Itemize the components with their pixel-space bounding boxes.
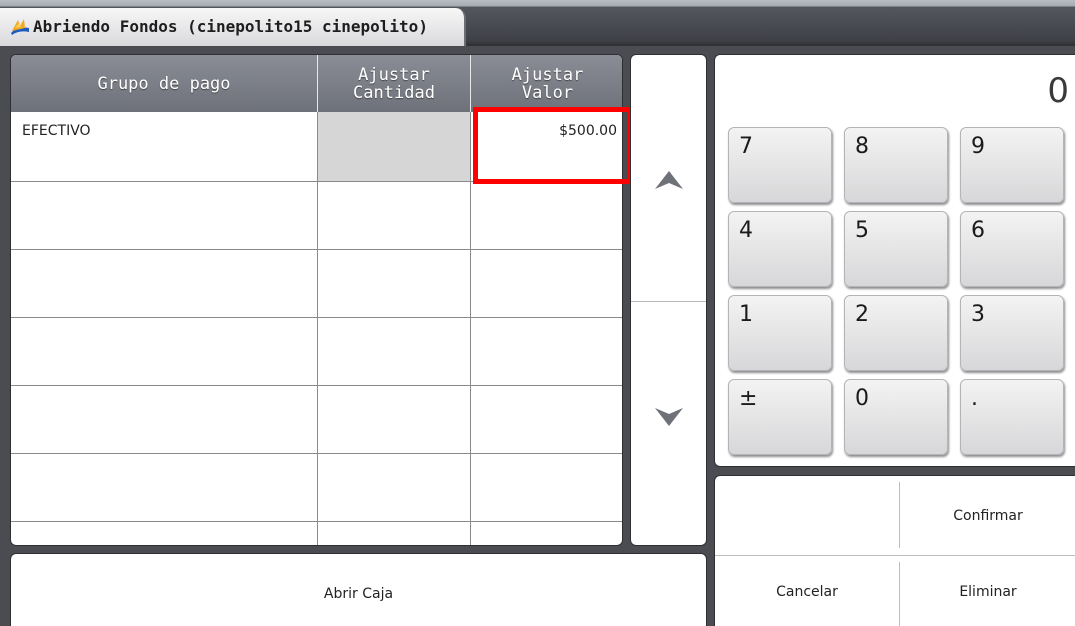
triangle-down-icon [655, 408, 683, 426]
cell-grupo[interactable]: EFECTIVO [11, 112, 318, 181]
key-decimal[interactable]: . [960, 379, 1064, 455]
key-1[interactable]: 1 [728, 295, 832, 371]
key-5[interactable]: 5 [844, 211, 948, 287]
cancel-button[interactable]: Cancelar [715, 556, 899, 626]
payment-group-grid: Grupo de pago Ajustar Cantidad Ajustar V… [10, 54, 623, 546]
cell-valor[interactable] [471, 386, 622, 453]
cell-grupo [11, 522, 318, 545]
key-3[interactable]: 3 [960, 295, 1064, 371]
cell-valor[interactable]: $500.00 [471, 112, 622, 181]
table-row[interactable] [11, 318, 622, 386]
triangle-up-icon [655, 171, 683, 189]
action-buttons-panel: Confirmar Cancelar Eliminar [714, 475, 1075, 626]
cell-valor [471, 522, 622, 545]
key-2[interactable]: 2 [844, 295, 948, 371]
numpad-display: 0 [1047, 71, 1069, 111]
key-6[interactable]: 6 [960, 211, 1064, 287]
cell-grupo[interactable] [11, 318, 318, 385]
cell-cantidad[interactable] [318, 112, 471, 181]
cell-valor[interactable] [471, 318, 622, 385]
cell-cantidad[interactable] [318, 318, 471, 385]
scroll-up-button[interactable] [631, 55, 706, 301]
open-register-panel: Abrir Caja [10, 553, 707, 626]
app-logo-icon [11, 19, 29, 35]
cell-cantidad[interactable] [318, 250, 471, 317]
window-titlebar: Abriendo Fondos (cinepolito15 cinepolito… [0, 0, 1075, 46]
empty-action-slot [715, 476, 899, 555]
cell-grupo[interactable] [11, 250, 318, 317]
key-7[interactable]: 7 [728, 127, 832, 203]
cell-valor[interactable] [471, 182, 622, 249]
grid-header: Grupo de pago Ajustar Cantidad Ajustar V… [11, 55, 622, 112]
cell-grupo[interactable] [11, 454, 318, 521]
numeric-keypad: 0 7 8 9 4 5 6 1 2 3 ± 0 . [714, 54, 1075, 467]
key-4[interactable]: 4 [728, 211, 832, 287]
cell-cantidad [318, 522, 471, 545]
key-8[interactable]: 8 [844, 127, 948, 203]
cell-cantidad[interactable] [318, 182, 471, 249]
table-row-partial [11, 522, 622, 545]
table-row[interactable] [11, 386, 622, 454]
column-header-ajustar-valor[interactable]: Ajustar Valor [471, 55, 622, 112]
key-0[interactable]: 0 [844, 379, 948, 455]
table-row[interactable]: EFECTIVO $500.00 [11, 112, 622, 182]
cell-grupo[interactable] [11, 182, 318, 249]
cell-cantidad[interactable] [318, 454, 471, 521]
window-title-tab: Abriendo Fondos (cinepolito15 cinepolito… [0, 8, 466, 46]
table-row[interactable] [11, 454, 622, 522]
window-title: Abriendo Fondos (cinepolito15 cinepolito… [33, 17, 428, 36]
key-plus-minus[interactable]: ± [728, 379, 832, 455]
confirm-button[interactable]: Confirmar [900, 476, 1075, 555]
scroll-down-button[interactable] [631, 302, 706, 545]
grid-scroll-panel [630, 54, 707, 546]
cell-cantidad[interactable] [318, 386, 471, 453]
cell-valor[interactable] [471, 454, 622, 521]
key-9[interactable]: 9 [960, 127, 1064, 203]
table-row[interactable] [11, 182, 622, 250]
open-register-button[interactable]: Abrir Caja [11, 554, 706, 626]
column-header-ajustar-cantidad[interactable]: Ajustar Cantidad [318, 55, 471, 112]
column-header-grupo-de-pago[interactable]: Grupo de pago [11, 55, 318, 112]
cell-valor[interactable] [471, 250, 622, 317]
table-row[interactable] [11, 250, 622, 318]
delete-button[interactable]: Eliminar [900, 556, 1075, 626]
cell-grupo[interactable] [11, 386, 318, 453]
